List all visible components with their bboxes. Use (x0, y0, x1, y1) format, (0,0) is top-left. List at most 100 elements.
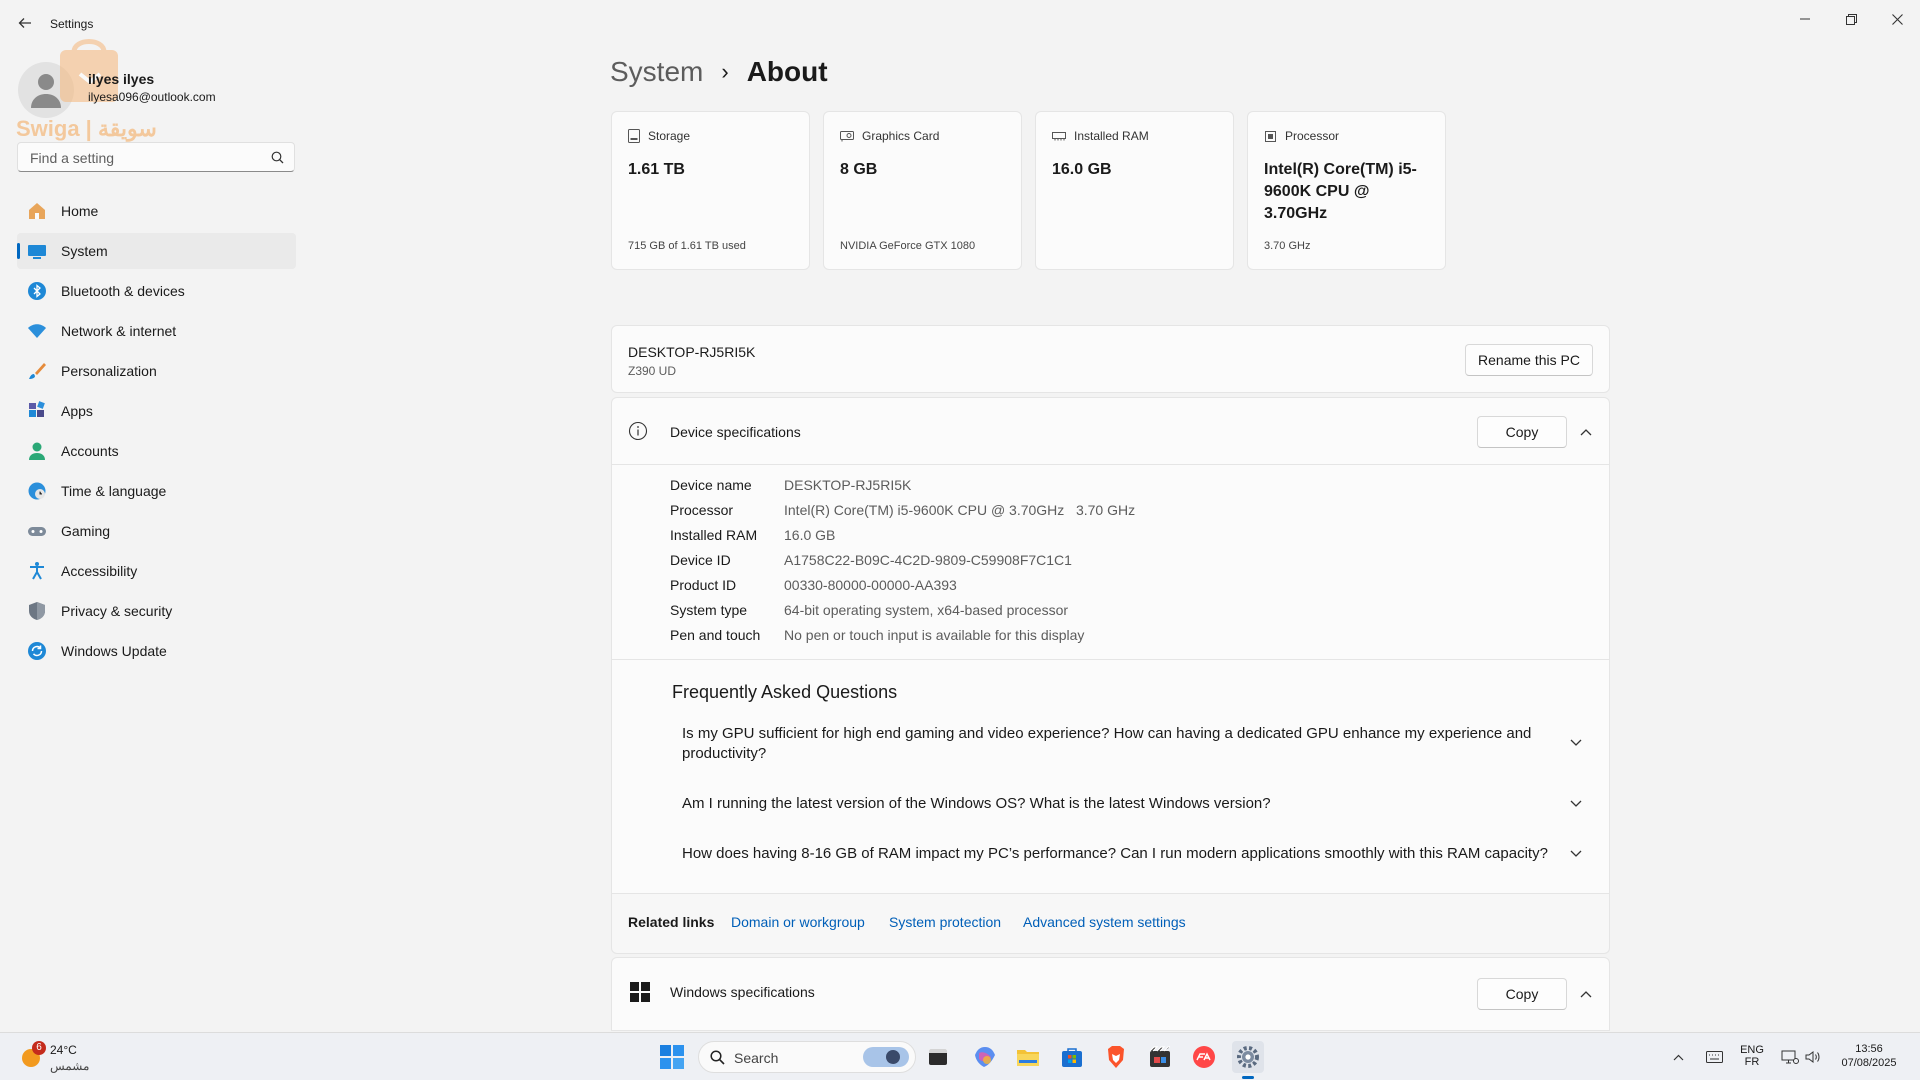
spec-key: System type (670, 602, 748, 618)
sidebar-item-label: Accessibility (61, 563, 138, 579)
video-editor-icon (1149, 1046, 1170, 1067)
sidebar-item-apps[interactable]: Apps (17, 393, 296, 429)
breadcrumb-parent[interactable]: System (610, 56, 703, 88)
active-indicator (17, 243, 20, 259)
link-domain-workgroup[interactable]: Domain or workgroup (731, 914, 865, 930)
back-button[interactable] (14, 12, 36, 34)
sidebar-item-gaming[interactable]: Gaming (17, 513, 296, 549)
spec-value: Intel(R) Core(TM) i5-9600K CPU @ 3.70GHz… (784, 502, 1136, 518)
sidebar-item-network[interactable]: Network & internet (17, 313, 296, 349)
accounts-icon (27, 441, 47, 461)
copy-device-specs-button[interactable]: Copy (1477, 416, 1567, 448)
device-specifications-header[interactable]: Device specifications Copy (611, 397, 1610, 465)
sidebar-item-personalization[interactable]: Personalization (17, 353, 296, 389)
taskbar: 6 24°C مشمس Search ENG FR 13:56 07/08/20… (0, 1032, 1920, 1080)
card-value: 1.61 TB (628, 161, 685, 178)
sidebar-item-label: Time & language (61, 483, 167, 499)
settings-window: Settings ilyes ilyes ilyesa096@outlook.c… (0, 0, 1920, 1032)
sidebar-item-accounts[interactable]: Accounts (17, 433, 296, 469)
processor-icon (1265, 130, 1276, 142)
clock-time: 13:56 (1855, 1043, 1883, 1055)
card-header: Graphics Card (840, 129, 939, 143)
spec-value: No pen or touch input is available for t… (784, 627, 1085, 643)
sidebar-item-system[interactable]: System (17, 233, 296, 269)
expand-button[interactable] (1566, 844, 1586, 864)
sidebar-item-label: Personalization (61, 363, 157, 379)
brush-icon (27, 361, 47, 381)
chevron-up-icon (1580, 429, 1592, 436)
folder-icon (1017, 1050, 1039, 1066)
search-icon (271, 151, 284, 164)
taskbar-store[interactable] (1056, 1041, 1088, 1073)
ram-icon (1052, 132, 1066, 141)
touch-keyboard-button[interactable] (1700, 1041, 1728, 1073)
spec-value: A1758C22-B09C-4C2D-9809-C59908F7C1C1 (784, 552, 1072, 568)
terminal-icon (929, 1049, 947, 1065)
apps-icon (27, 401, 47, 421)
home-icon (27, 201, 47, 221)
faq-question: Is my GPU sufficient for high end gaming… (682, 725, 1532, 762)
chevron-down-icon (1570, 850, 1582, 857)
sidebar-item-bluetooth[interactable]: Bluetooth & devices (17, 273, 296, 309)
minimize-button[interactable] (1782, 4, 1828, 34)
active-app-indicator (1242, 1076, 1254, 1079)
weather-temperature: 24°C (50, 1043, 77, 1057)
spec-row: Installed RAM 16.0 GB (670, 527, 835, 543)
clock-date: 07/08/2025 (1841, 1057, 1897, 1069)
sidebar-item-accessibility[interactable]: Accessibility (17, 553, 296, 589)
rename-pc-button[interactable]: Rename this PC (1465, 344, 1593, 376)
watermark-text: Swiga | سويقة (16, 116, 157, 141)
expand-button[interactable] (1566, 794, 1586, 814)
installed-ram-card: Installed RAM 16.0 GB (1035, 111, 1234, 270)
network-volume-button[interactable] (1776, 1041, 1826, 1073)
expand-button[interactable] (1566, 733, 1586, 753)
sidebar-item-home[interactable]: Home (17, 193, 296, 229)
taskbar-brave[interactable] (1100, 1041, 1132, 1073)
link-advanced-system-settings[interactable]: Advanced system settings (1023, 914, 1186, 930)
card-label: Installed RAM (1074, 129, 1149, 143)
spec-value: 16.0 GB (784, 527, 836, 543)
profile-name: ilyes ilyes (88, 71, 155, 87)
clock[interactable]: 13:56 07/08/2025 (1834, 1043, 1904, 1069)
taskbar-terminal[interactable] (922, 1041, 954, 1073)
sidebar-item-windows-update[interactable]: Windows Update (17, 633, 296, 669)
bluetooth-icon (27, 281, 47, 301)
input-language[interactable]: ENG FR (1736, 1044, 1768, 1068)
link-system-protection[interactable]: System protection (889, 914, 1001, 930)
card-value: Intel(R) Core(TM) i5-9600K CPU @ 3.70GHz (1264, 161, 1417, 222)
copy-windows-specs-button[interactable]: Copy (1477, 978, 1567, 1010)
sidebar-item-label: Apps (61, 403, 93, 419)
restore-button[interactable] (1828, 4, 1874, 34)
collapse-button[interactable] (1576, 984, 1596, 1004)
taskbar-copilot[interactable] (969, 1041, 1001, 1073)
collapse-button[interactable] (1576, 422, 1596, 442)
taskbar-file-explorer[interactable] (1012, 1041, 1044, 1073)
chevron-down-icon (1570, 739, 1582, 746)
close-button[interactable] (1874, 4, 1920, 34)
copilot-icon (975, 1047, 995, 1067)
windows-specifications-header[interactable]: Windows specifications Copy (611, 957, 1610, 1031)
search-input[interactable] (28, 149, 262, 167)
storage-icon (628, 129, 640, 143)
sidebar-item-label: Home (61, 203, 99, 219)
spec-value: 00330-80000-00000-AA393 (784, 577, 957, 593)
sidebar-item-time-language[interactable]: Time & language (17, 473, 296, 509)
brave-browser-icon (1108, 1046, 1124, 1068)
start-button[interactable] (656, 1041, 688, 1073)
spec-row: Pen and touch No pen or touch input is av… (670, 627, 1084, 643)
show-hidden-icons-button[interactable] (1666, 1041, 1690, 1073)
taskbar-settings[interactable] (1232, 1041, 1264, 1079)
chevron-down-icon (1570, 800, 1582, 807)
sidebar-item-privacy[interactable]: Privacy & security (17, 593, 296, 629)
search-icon (710, 1050, 725, 1065)
faq-question: Am I running the latest version of the W… (682, 795, 1271, 812)
taskbar-clipchamp[interactable] (1144, 1041, 1176, 1073)
spec-row: Product ID 00330-80000-00000-AA393 (670, 577, 957, 593)
taskbar-ea-app[interactable] (1188, 1041, 1220, 1073)
taskbar-search[interactable]: Search (698, 1041, 916, 1073)
sidebar-item-label: Privacy & security (61, 603, 173, 619)
card-value: 8 GB (840, 161, 878, 178)
minimize-icon (1800, 18, 1810, 20)
weather-widget[interactable]: 6 24°C مشمس (16, 1037, 96, 1077)
search-field[interactable] (17, 142, 295, 172)
